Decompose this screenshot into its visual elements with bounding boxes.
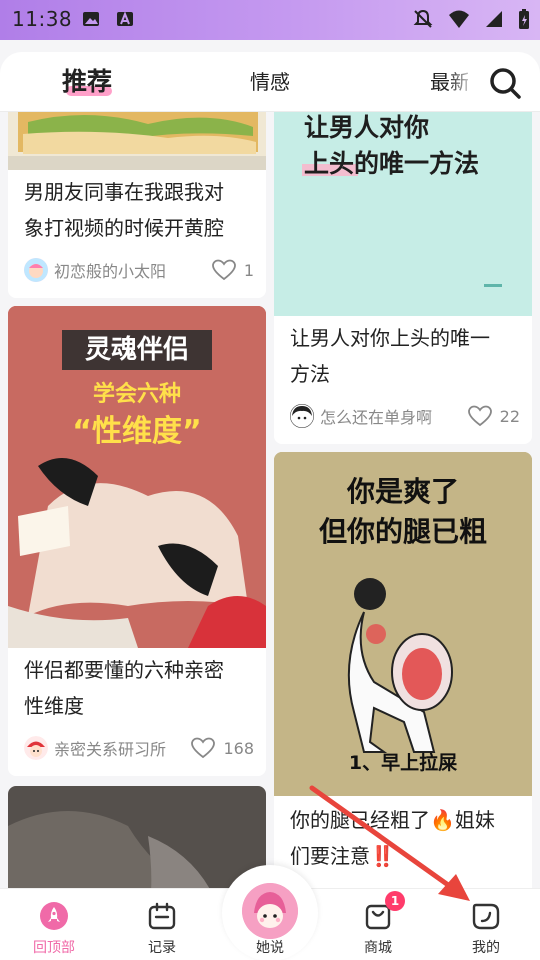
like-button[interactable]: 168: [191, 737, 254, 759]
like-button[interactable]: 22: [467, 405, 520, 427]
nav-back-to-top[interactable]: 回顶部: [9, 889, 99, 960]
status-time: 11:38: [12, 7, 73, 31]
author-name[interactable]: 怎么还在单身啊: [320, 404, 468, 428]
card-meta: 怎么还在单身啊 22: [290, 402, 520, 430]
like-count: 22: [499, 406, 520, 426]
image-text: 上头的唯一方法: [304, 149, 480, 178]
tab-fade-overlay: [448, 52, 488, 110]
heart-icon: [467, 405, 492, 427]
nav-label: 我的: [472, 940, 500, 956]
feed-card[interactable]: 灵魂伴侣 学会六种 “性维度” 伴侣都要懂的六种亲密 性维度 亲密关系研习所 1…: [8, 306, 266, 776]
image-text: 但你的腿已粗: [318, 515, 487, 548]
mascot-icon: [242, 883, 298, 939]
nav-label: 回顶部: [33, 940, 75, 956]
like-count: 1: [243, 260, 254, 280]
image-text: 让男人对你: [304, 113, 430, 142]
tab-label: 推荐: [62, 67, 113, 96]
heart-icon: [191, 737, 216, 759]
card-title-line: 男朋友同事在我跟我对: [24, 180, 224, 204]
calendar-icon: [148, 902, 176, 930]
card-image: 灵魂伴侣 学会六种 “性维度”: [8, 306, 266, 648]
battery-icon: [519, 9, 529, 29]
nav-label: 商城: [364, 940, 392, 956]
text-app-icon: [117, 11, 133, 26]
feed-card[interactable]: [8, 786, 266, 888]
profile-icon: [472, 903, 500, 930]
bottom-nav: 回顶部 记录 她说 1 商城 我的: [0, 865, 540, 960]
card-title: 伴侣都要懂的六种亲密 性维度: [24, 652, 224, 724]
feed-card[interactable]: 你是爽了 但你的腿已粗 1、早上拉屎 你的腿已经粗了🔥姐妹 们要注意‼️: [274, 452, 532, 888]
rocket-icon: [40, 902, 68, 930]
author-avatar[interactable]: [24, 258, 48, 282]
author-name[interactable]: 初恋般的小太阳: [54, 258, 212, 282]
card-title-line: 方法: [290, 362, 330, 386]
nav-she-says[interactable]: 她说: [222, 865, 318, 960]
image-text: 1、早上拉屎: [348, 752, 458, 774]
card-title-line: 性维度: [24, 694, 84, 718]
search-icon[interactable]: [488, 66, 522, 100]
card-title: 男朋友同事在我跟我对 象打视频的时候开黄腔: [24, 174, 224, 246]
card-title: 你的腿已经粗了🔥姐妹 们要注意‼️: [290, 802, 495, 874]
card-title-line: 伴侣都要懂的六种亲密: [24, 658, 224, 682]
nav-mine[interactable]: 我的: [441, 889, 531, 960]
image-text: “性维度”: [72, 414, 202, 449]
feed[interactable]: 男朋友同事在我跟我对 象打视频的时候开黄腔 初恋般的小太阳 1 让男人对你 上头…: [0, 112, 540, 888]
mute-bell-icon: [413, 9, 433, 28]
card-image: [8, 112, 266, 170]
nav-record[interactable]: 记录: [117, 889, 207, 960]
gallery-icon: [83, 12, 99, 26]
like-count: 168: [223, 738, 254, 758]
tab-recommend[interactable]: 推荐: [62, 62, 112, 98]
wifi-icon: [449, 10, 469, 28]
like-button[interactable]: 1: [211, 259, 254, 281]
top-tab-bar: 推荐 情感 最新: [0, 52, 540, 112]
image-text: 学会六种: [92, 382, 181, 407]
image-text: 你是爽了: [346, 475, 459, 508]
card-title: 让男人对你上头的唯一 方法: [290, 320, 490, 392]
signal-icon: [486, 11, 502, 27]
nav-label: 她说: [256, 940, 284, 956]
card-meta: 亲密关系研习所 168: [24, 734, 254, 762]
tab-label: 情感: [250, 70, 290, 94]
card-title-line: 你的腿已经粗了🔥姐妹: [290, 808, 495, 832]
author-avatar[interactable]: [24, 736, 48, 760]
card-image: 让男人对你 上头的唯一方法: [274, 112, 532, 316]
feed-card[interactable]: 让男人对你 上头的唯一方法 让男人对你上头的唯一 方法 怎么还在单身啊 22: [274, 112, 532, 444]
card-image: [8, 786, 266, 888]
author-name[interactable]: 亲密关系研习所: [54, 736, 191, 760]
tab-emotion[interactable]: 情感: [250, 66, 290, 95]
card-image: 你是爽了 但你的腿已粗 1、早上拉屎: [274, 452, 532, 796]
author-avatar[interactable]: [290, 404, 314, 428]
heart-icon: [211, 259, 236, 281]
status-bar: 11:38: [0, 0, 540, 40]
nav-label: 记录: [148, 940, 176, 956]
card-title-line: 象打视频的时候开黄腔: [24, 216, 224, 240]
image-text: 灵魂伴侣: [84, 335, 189, 365]
card-title-line: 让男人对你上头的唯一: [290, 326, 490, 350]
nav-mall[interactable]: 1 商城: [333, 889, 423, 960]
card-meta: 初恋般的小太阳 1: [24, 256, 254, 284]
feed-card[interactable]: 男朋友同事在我跟我对 象打视频的时候开黄腔 初恋般的小太阳 1: [8, 112, 266, 298]
cart-badge: 1: [385, 891, 405, 911]
card-title-line: 们要注意‼️: [290, 844, 395, 868]
